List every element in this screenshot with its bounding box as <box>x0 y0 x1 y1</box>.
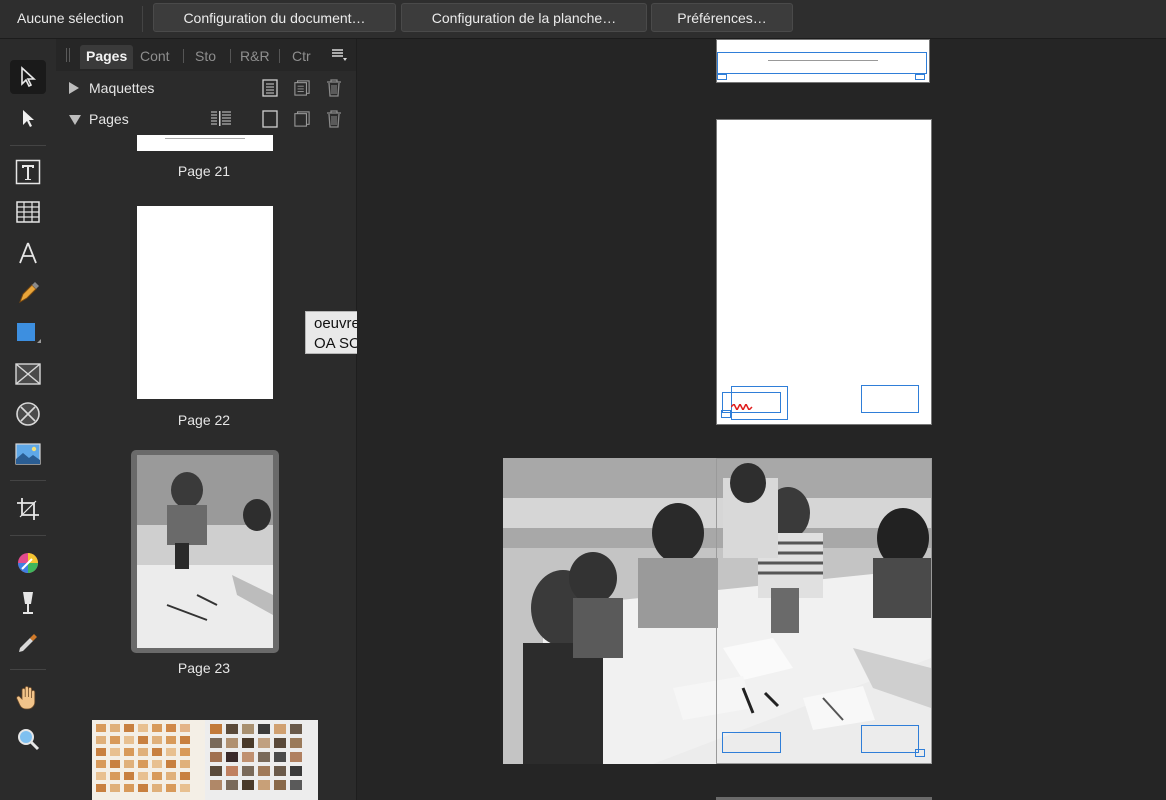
picture-frame-ellipse-icon[interactable] <box>10 397 46 431</box>
collapse-icon[interactable] <box>69 115 81 125</box>
document-setup-button[interactable]: Configuration du document… <box>153 3 396 32</box>
picture-frame-rect-icon[interactable] <box>10 357 46 391</box>
page-thumbnail-21[interactable] <box>137 135 273 151</box>
page-21[interactable] <box>716 39 930 83</box>
masters-section-header[interactable]: Maquettes <box>56 73 356 103</box>
page-22[interactable] <box>716 119 932 425</box>
color-picker-icon[interactable] <box>10 546 46 580</box>
folio-frame-right[interactable] <box>915 749 925 757</box>
place-image-tool-icon[interactable] <box>10 437 46 471</box>
page-layout-icon[interactable] <box>210 110 232 128</box>
panel-menu-icon[interactable] <box>332 48 348 67</box>
pages-section-header[interactable]: Pages <box>56 104 356 134</box>
folio-frame-left[interactable] <box>717 74 727 80</box>
crop-tool-icon[interactable] <box>10 492 46 526</box>
duplicate-master-icon[interactable] <box>294 79 310 97</box>
tools-divider <box>10 669 46 670</box>
text-frame-folio[interactable] <box>722 732 781 753</box>
page-thumbnail-23-selection[interactable] <box>131 450 279 653</box>
tab-divider <box>230 49 231 63</box>
tab-divider <box>279 49 280 63</box>
page-23[interactable] <box>716 458 932 764</box>
folio-frame-left[interactable] <box>721 410 731 418</box>
selection-label: Aucune sélection <box>17 10 124 26</box>
page-thumbnail-23[interactable] <box>137 455 273 648</box>
tab-divider <box>183 49 184 63</box>
text-frame-tool-icon[interactable] <box>10 155 46 189</box>
tools-divider <box>10 145 46 146</box>
table-tool-icon[interactable] <box>10 195 46 229</box>
pages-panel: Pages Cont Sto R&R Ctr Maquettes Pages P… <box>56 39 357 800</box>
spread-setup-button[interactable]: Configuration de la planche… <box>401 3 647 32</box>
insert-master-icon[interactable] <box>262 79 278 97</box>
node-tool-icon[interactable] <box>10 101 46 135</box>
panel-tabs: Pages Cont Sto R&R Ctr <box>56 39 356 71</box>
insert-page-icon[interactable] <box>262 110 278 128</box>
tools-divider <box>10 480 46 481</box>
duplicate-page-icon[interactable] <box>294 110 310 128</box>
tools-divider <box>10 535 46 536</box>
overflow-indicator-icon <box>731 404 753 410</box>
eyedropper-icon[interactable] <box>10 626 46 660</box>
color-swatches-thumbnail-icon <box>92 720 318 800</box>
page-thumbnail-22[interactable] <box>137 206 273 399</box>
document-canvas[interactable] <box>357 39 1166 800</box>
hand-tool-icon[interactable] <box>10 681 46 715</box>
text-frame-bottom-right[interactable] <box>861 725 919 753</box>
move-tool-icon[interactable] <box>10 60 46 94</box>
folio-frame-right[interactable] <box>915 74 925 80</box>
zoom-tool-icon[interactable] <box>10 722 46 756</box>
page-thumbnail-next-spread[interactable] <box>92 720 318 800</box>
toolbar-divider <box>142 6 143 32</box>
thumbnail-text-line <box>165 138 245 139</box>
context-toolbar: Aucune sélection Configuration du docume… <box>0 0 1166 39</box>
tab-stories[interactable]: Sto <box>195 45 216 69</box>
page-caption-21: Page 21 <box>177 163 231 179</box>
tab-constraints[interactable]: Ctr <box>292 45 311 69</box>
panel-grip-icon[interactable] <box>66 48 70 62</box>
page-caption-23: Page 23 <box>177 660 231 676</box>
page-caption-22: Page 22 <box>177 412 231 428</box>
tab-find-replace[interactable]: R&R <box>240 45 270 69</box>
artistic-text-tool-icon[interactable] <box>10 236 46 270</box>
photo-thumbnail-icon <box>137 455 273 648</box>
masters-label: Maquettes <box>89 80 155 96</box>
pages-label: Pages <box>89 111 129 127</box>
pen-tool-icon[interactable] <box>10 276 46 310</box>
fill-tool-icon[interactable] <box>10 586 46 620</box>
tab-pages[interactable]: Pages <box>80 45 134 69</box>
rectangle-tool-icon[interactable] <box>10 317 46 351</box>
footnote-text-line <box>768 60 878 61</box>
expand-icon[interactable] <box>69 82 79 94</box>
preferences-button[interactable]: Préférences… <box>651 3 793 32</box>
tools-panel <box>0 39 56 800</box>
footnote-text-frame[interactable] <box>717 52 927 74</box>
text-frame-bottom-right[interactable] <box>861 385 919 413</box>
delete-page-icon[interactable] <box>326 110 342 128</box>
tab-content[interactable]: Cont <box>140 45 170 69</box>
delete-master-icon[interactable] <box>326 79 342 97</box>
